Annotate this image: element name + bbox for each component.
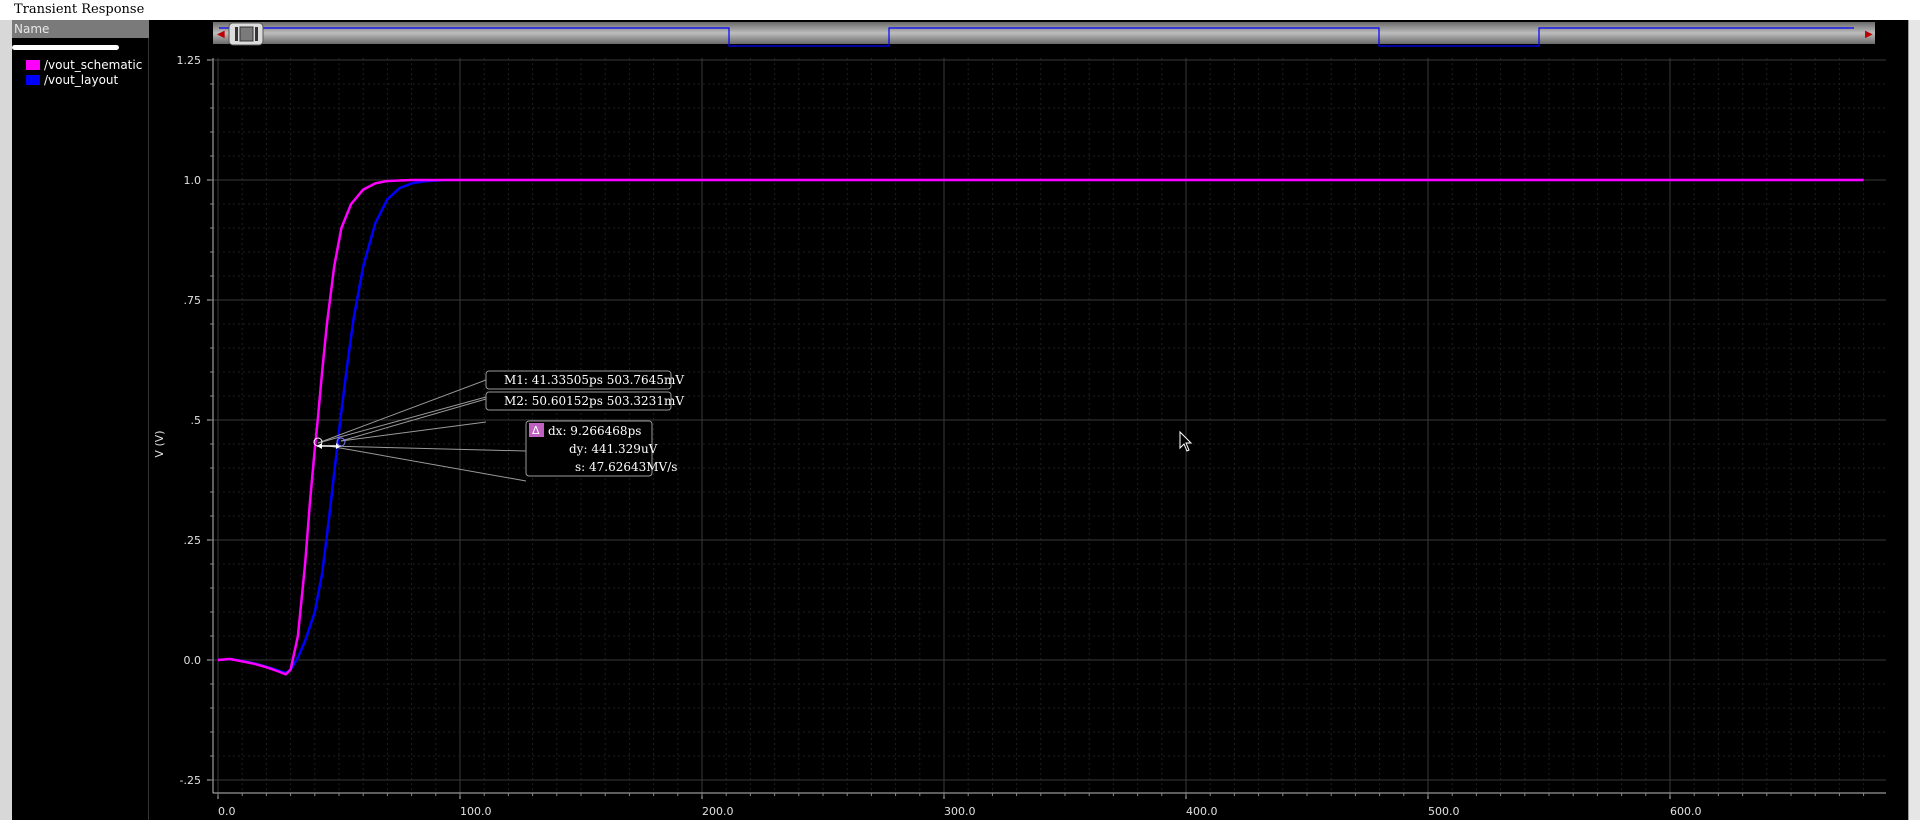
- y-tick-label: 1.25: [177, 54, 202, 67]
- x-tick-label: 200.0: [702, 805, 734, 818]
- legend-item-vout-schematic[interactable]: /vout_schematic: [26, 57, 142, 73]
- x-tick-label: 0.0: [218, 805, 236, 818]
- left-edge-strip: [0, 20, 12, 820]
- legend-scrollbar[interactable]: [12, 45, 119, 50]
- y-tick-label: .75: [184, 294, 202, 307]
- y-axis-label: V (V): [153, 430, 166, 457]
- x-tick-label: 500.0: [1428, 805, 1460, 818]
- delta-icon: Δ: [532, 424, 540, 437]
- legend-item-label: /vout_layout: [44, 73, 119, 87]
- y-tick-label: .25: [184, 534, 202, 547]
- legend-item-label: /vout_schematic: [44, 58, 143, 72]
- overview-left-arrow-icon[interactable]: ◀: [217, 29, 225, 40]
- overview-handle[interactable]: [228, 22, 264, 46]
- x-tick-label: 300.0: [944, 805, 976, 818]
- y-tick-label: .5: [191, 414, 202, 427]
- vout-layout-swatch: [26, 75, 40, 85]
- window-title: Transient Response: [0, 0, 1920, 20]
- delta-leader-line: [328, 445, 527, 452]
- delta-dx-label: dx: 9.266468ps: [548, 424, 641, 438]
- plot-area[interactable]: ◀ ▶ -.25 0.0 .25 .5 .75 1.0 1.25 0.0 100.0 200.0 3…: [149, 20, 1908, 820]
- y-tick-label: -.25: [180, 774, 201, 787]
- delta-dy-label: dy: 441.329uV: [569, 442, 658, 456]
- legend-item-vout-layout[interactable]: /vout_layout: [26, 72, 118, 88]
- axes: -.25 0.0 .25 .5 .75 1.0 1.25 0.0 100.0 200.0 300.0…: [177, 54, 1886, 818]
- m1-label: M1: 41.33505ps 503.7645mV: [504, 373, 684, 387]
- delta-slope-label: s: 47.62643MV/s: [575, 460, 677, 474]
- legend-name-header[interactable]: Name: [12, 20, 149, 38]
- overview-right-arrow-icon[interactable]: ▶: [1865, 29, 1873, 40]
- vout-schematic-swatch: [26, 60, 40, 70]
- delta-leader-line-2: [328, 445, 527, 482]
- x-tick-label: 400.0: [1186, 805, 1218, 818]
- right-edge-strip: [1908, 20, 1920, 820]
- legend-panel: Name /vout_schematic /vout_layout: [12, 20, 149, 820]
- marker-annotations[interactable]: M1: 41.33505ps 503.7645mV M2: 50.60152ps…: [313, 370, 684, 482]
- x-tick-label: 600.0: [1670, 805, 1702, 818]
- overview-bar[interactable]: [213, 22, 1875, 44]
- grid: [213, 58, 1886, 793]
- y-tick-label: 1.0: [184, 174, 202, 187]
- m2-label: M2: 50.60152ps 503.3231mV: [504, 394, 684, 408]
- x-tick-label: 100.0: [460, 805, 492, 818]
- y-tick-label: 0.0: [184, 654, 202, 667]
- waveform-plot[interactable]: ◀ ▶ -.25 0.0 .25 .5 .75 1.0 1.25 0.0 100.0 200.0 3…: [149, 20, 1908, 820]
- overview-strip[interactable]: ◀ ▶: [213, 22, 1875, 47]
